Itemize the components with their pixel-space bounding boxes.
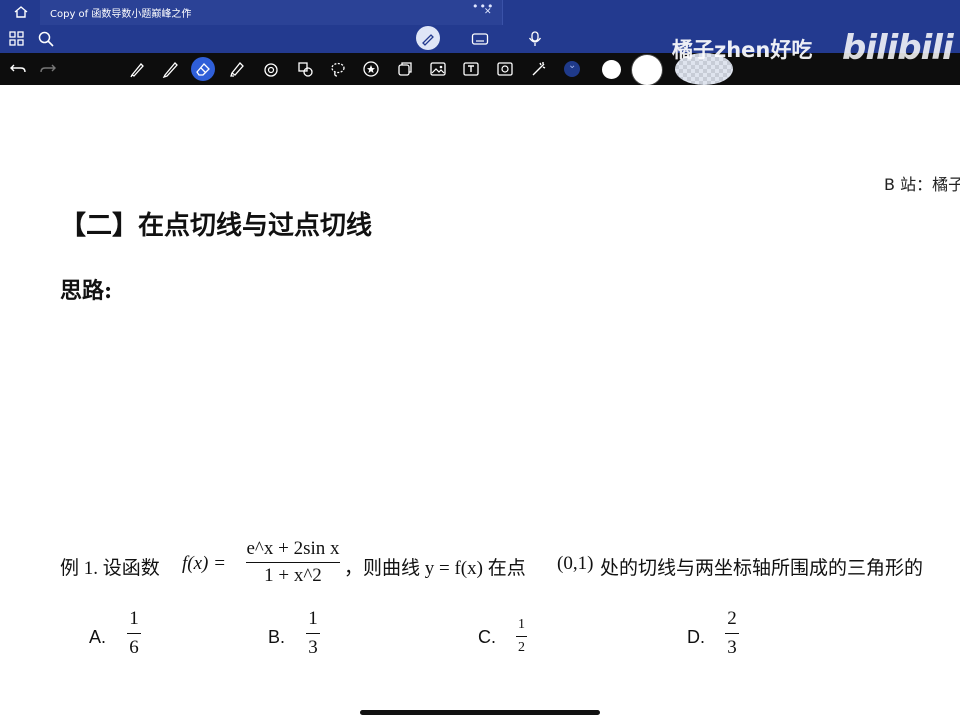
image-tool-icon[interactable] xyxy=(429,60,447,78)
chevron-down-icon[interactable]: ⌄ xyxy=(183,4,191,14)
option-b-den: 3 xyxy=(308,637,318,658)
home-indicator[interactable] xyxy=(360,710,600,715)
shape-tool-icon[interactable] xyxy=(262,60,280,78)
tab-bar: Copy of 函数导数小题巅峰之作 ⌄ ••• ✕ xyxy=(0,0,960,25)
nav-bar xyxy=(0,25,960,53)
bilibili-logo: bilibili xyxy=(842,28,954,68)
fraction-bar xyxy=(306,633,320,634)
function-fraction: e^x + 2sin x 1 + x^2 xyxy=(246,538,340,587)
undo-icon[interactable] xyxy=(9,60,27,78)
fraction-bar xyxy=(725,633,739,634)
drawing-toolbar: ⌄ xyxy=(0,53,960,85)
color-swatch-2[interactable] xyxy=(632,55,662,85)
eraser-tool-button[interactable] xyxy=(191,57,215,81)
option-d-den: 3 xyxy=(727,637,737,658)
shape-lasso-icon[interactable] xyxy=(296,60,314,78)
option-a-num: 1 xyxy=(129,608,139,629)
option-d-value[interactable]: 2 3 xyxy=(725,608,739,659)
idea-label: 思路: xyxy=(60,278,113,304)
option-a-letter[interactable]: A. xyxy=(89,627,106,648)
tab-title[interactable]: Copy of 函数导数小题巅峰之作 xyxy=(50,5,191,20)
header-credit: B 站：橘子 xyxy=(884,175,960,194)
option-c-letter[interactable]: C. xyxy=(478,627,496,648)
tool-options-toggle[interactable]: ⌄ xyxy=(564,60,580,77)
fraction-bar xyxy=(516,636,527,637)
option-c-num: 1 xyxy=(518,617,525,632)
screenshot-tool-icon[interactable] xyxy=(496,60,514,78)
fraction-denominator: 1 + x^2 xyxy=(264,565,322,586)
search-icon[interactable] xyxy=(37,30,55,48)
elements-tool-icon[interactable] xyxy=(396,60,414,78)
fraction-numerator: e^x + 2sin x xyxy=(246,538,340,559)
chevron-down-icon: ⌄ xyxy=(568,60,577,71)
lasso-tool-icon[interactable] xyxy=(329,60,347,78)
example-prefix: 例 1. 设函数 xyxy=(60,558,160,579)
fraction-bar xyxy=(127,633,141,634)
home-icon[interactable] xyxy=(13,4,29,20)
document-tab[interactable]: Copy of 函数导数小题巅峰之作 ⌄ ••• ✕ xyxy=(40,0,503,25)
channel-watermark: 橘子zhen好吃 xyxy=(672,38,813,62)
pen-mode-icon xyxy=(422,34,434,46)
keyboard-icon[interactable] xyxy=(471,30,489,48)
highlighter-tool-icon[interactable] xyxy=(228,60,246,78)
color-swatch-1[interactable] xyxy=(602,60,621,79)
document-page[interactable]: B 站：橘子 【二】在点切线与过点切线 思路: 例 1. 设函数 f(x) = … xyxy=(0,85,960,720)
pen-tool-icon[interactable] xyxy=(129,60,147,78)
fraction-bar xyxy=(246,562,340,563)
option-d-num: 2 xyxy=(727,608,737,629)
section-title: 【二】在点切线与过点切线 xyxy=(60,211,373,241)
example-suffix: 处的切线与两坐标轴所围成的三角形的 xyxy=(600,558,924,579)
option-b-value[interactable]: 1 3 xyxy=(306,608,320,659)
text-tool-icon[interactable] xyxy=(462,60,480,78)
option-c-value[interactable]: 1 2 xyxy=(516,617,527,656)
option-a-den: 6 xyxy=(129,637,139,658)
function-name: f(x) = xyxy=(182,553,226,574)
grid-view-icon[interactable] xyxy=(8,30,26,48)
tangent-point: (0,1) xyxy=(557,553,594,574)
sticker-tool-icon[interactable] xyxy=(362,60,380,78)
close-tab-icon[interactable]: ✕ xyxy=(484,7,492,17)
answer-options: A. 1 6 B. 1 3 C. 1 2 D. 2 3 xyxy=(0,605,960,680)
example-middle: ，则曲线 y = f(x) 在点 xyxy=(344,558,526,579)
option-c-den: 2 xyxy=(518,640,525,655)
laser-pointer-icon[interactable] xyxy=(530,60,548,78)
eraser-icon xyxy=(196,63,210,76)
pencil-tool-icon[interactable] xyxy=(162,60,180,78)
option-d-letter[interactable]: D. xyxy=(687,627,705,648)
handwriting-mode-button[interactable] xyxy=(416,26,440,50)
redo-icon[interactable] xyxy=(39,60,57,78)
option-b-num: 1 xyxy=(308,608,318,629)
example-1: 例 1. 设函数 f(x) = e^x + 2sin x 1 + x^2 ，则曲… xyxy=(60,538,960,598)
option-b-letter[interactable]: B. xyxy=(268,627,285,648)
microphone-icon[interactable] xyxy=(526,30,544,48)
option-a-value[interactable]: 1 6 xyxy=(127,608,141,659)
